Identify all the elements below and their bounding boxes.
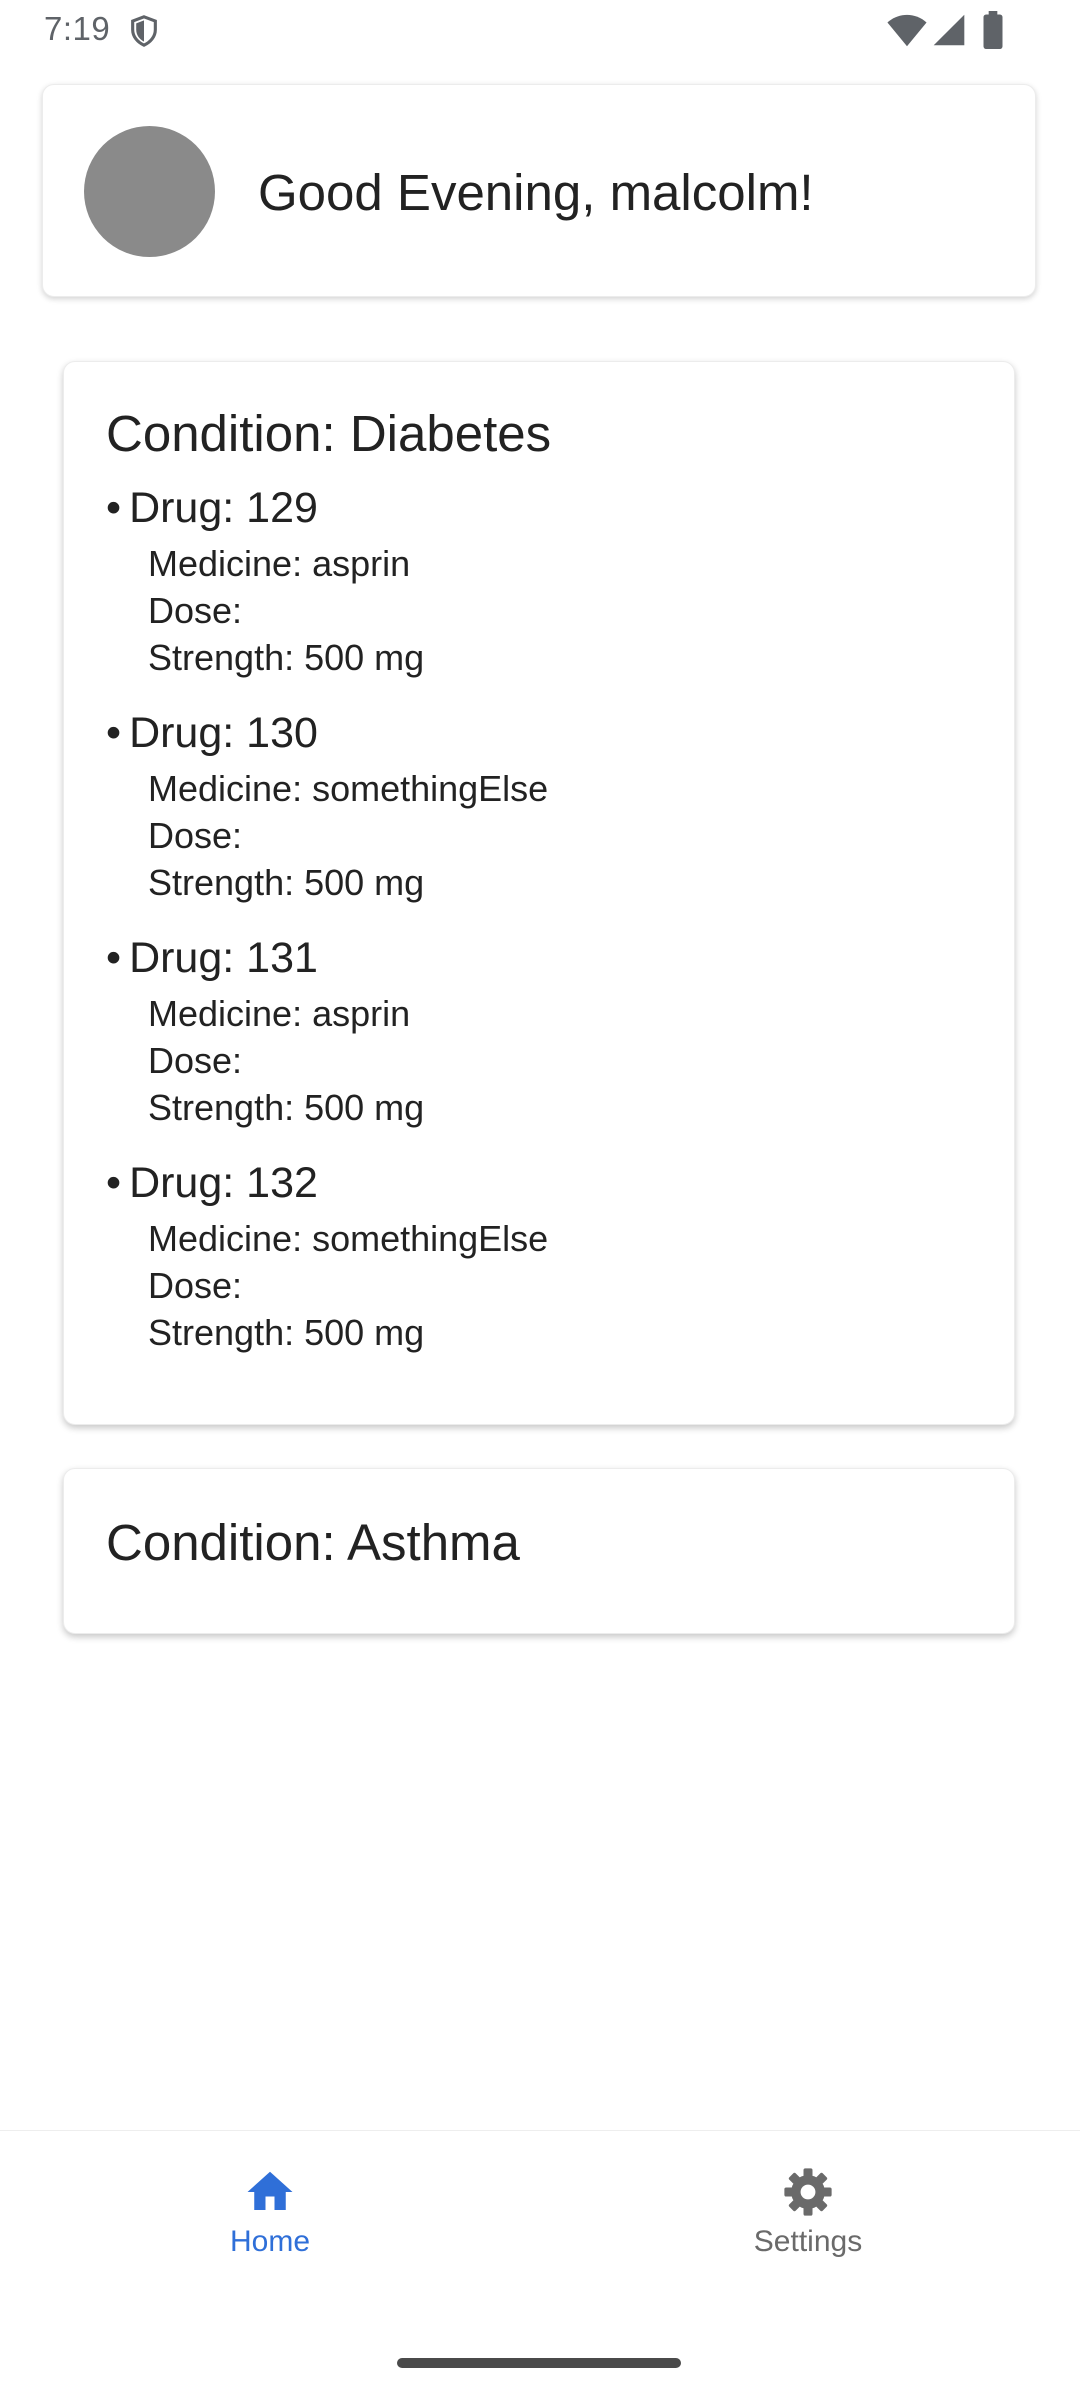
bullet: •: [106, 484, 122, 532]
drug-id: Drug: 129: [129, 484, 318, 532]
drug-strength: Strength: 500 mg: [148, 1087, 425, 1128]
drug-strength: Strength: 500 mg: [148, 637, 425, 678]
condition-title: Condition: Asthma: [106, 1514, 520, 1571]
nav-item-settings[interactable]: Settings: [708, 2165, 908, 2275]
drug-dose: Dose:: [148, 1265, 243, 1306]
drug-id: Drug: 130: [129, 709, 318, 757]
condition-card-diabetes[interactable]: Condition: Diabetes • Drug: 129 Medicine:…: [63, 361, 1015, 1425]
greeting-card: Good Evening, malcolm!: [42, 84, 1036, 297]
bullet: •: [106, 934, 122, 982]
wifi-icon: [887, 14, 927, 47]
drug-dose: Dose:: [148, 815, 243, 856]
drug-details: Medicine: somethingElse Dose: Strength: …: [148, 765, 548, 906]
drug-item[interactable]: • Drug: 130 Medicine: somethingElse Dose:…: [106, 705, 548, 906]
status-time: 7:19: [44, 10, 111, 47]
battery-icon: [983, 11, 1003, 49]
drug-medicine: Medicine: asprin: [148, 993, 411, 1034]
drug-id: Drug: 131: [129, 934, 318, 982]
signal-icon: [933, 14, 965, 46]
drug-heading: • Drug: 130: [106, 705, 548, 761]
drug-heading: • Drug: 132: [106, 1155, 548, 1211]
drug-item[interactable]: • Drug: 129 Medicine: asprin Dose: Streng…: [106, 480, 424, 681]
drug-medicine: Medicine: somethingElse: [148, 1218, 549, 1259]
drug-item[interactable]: • Drug: 131 Medicine: asprin Dose: Streng…: [106, 930, 424, 1131]
condition-card-asthma[interactable]: Condition: Asthma: [63, 1468, 1015, 1634]
drug-heading: • Drug: 129: [106, 480, 424, 536]
bullet: •: [106, 709, 122, 757]
drug-heading: • Drug: 131: [106, 930, 424, 986]
drug-strength: Strength: 500 mg: [148, 862, 425, 903]
drug-dose: Dose:: [148, 1040, 243, 1081]
home-indicator[interactable]: [397, 2358, 681, 2368]
greeting-text: Good Evening, malcolm!: [258, 164, 814, 221]
drug-item[interactable]: • Drug: 132 Medicine: somethingElse Dose:…: [106, 1155, 548, 1356]
status-bar: 7:19: [0, 0, 1080, 64]
nav-label-home: Home: [229, 2225, 311, 2258]
app-screen: 7:19 Good Evening, malcolm! Condition: D…: [0, 0, 1080, 2400]
home-icon: [247, 2171, 293, 2210]
drug-details: Medicine: asprin Dose: Strength: 500 mg: [148, 540, 424, 681]
drug-id: Drug: 132: [129, 1159, 318, 1207]
nav-label-settings: Settings: [753, 2225, 863, 2258]
bullet: •: [106, 1159, 122, 1207]
condition-title: Condition: Diabetes: [106, 405, 552, 462]
drug-strength: Strength: 500 mg: [148, 1312, 425, 1353]
nav-item-home[interactable]: Home: [170, 2165, 370, 2275]
drug-details: Medicine: somethingElse Dose: Strength: …: [148, 1215, 548, 1356]
avatar[interactable]: [84, 126, 215, 257]
drug-medicine: Medicine: asprin: [148, 543, 411, 584]
gear-icon: [784, 2168, 832, 2216]
drug-dose: Dose:: [148, 590, 243, 631]
drug-details: Medicine: asprin Dose: Strength: 500 mg: [148, 990, 424, 1131]
drug-medicine: Medicine: somethingElse: [148, 768, 549, 809]
shield-icon: [131, 15, 157, 47]
